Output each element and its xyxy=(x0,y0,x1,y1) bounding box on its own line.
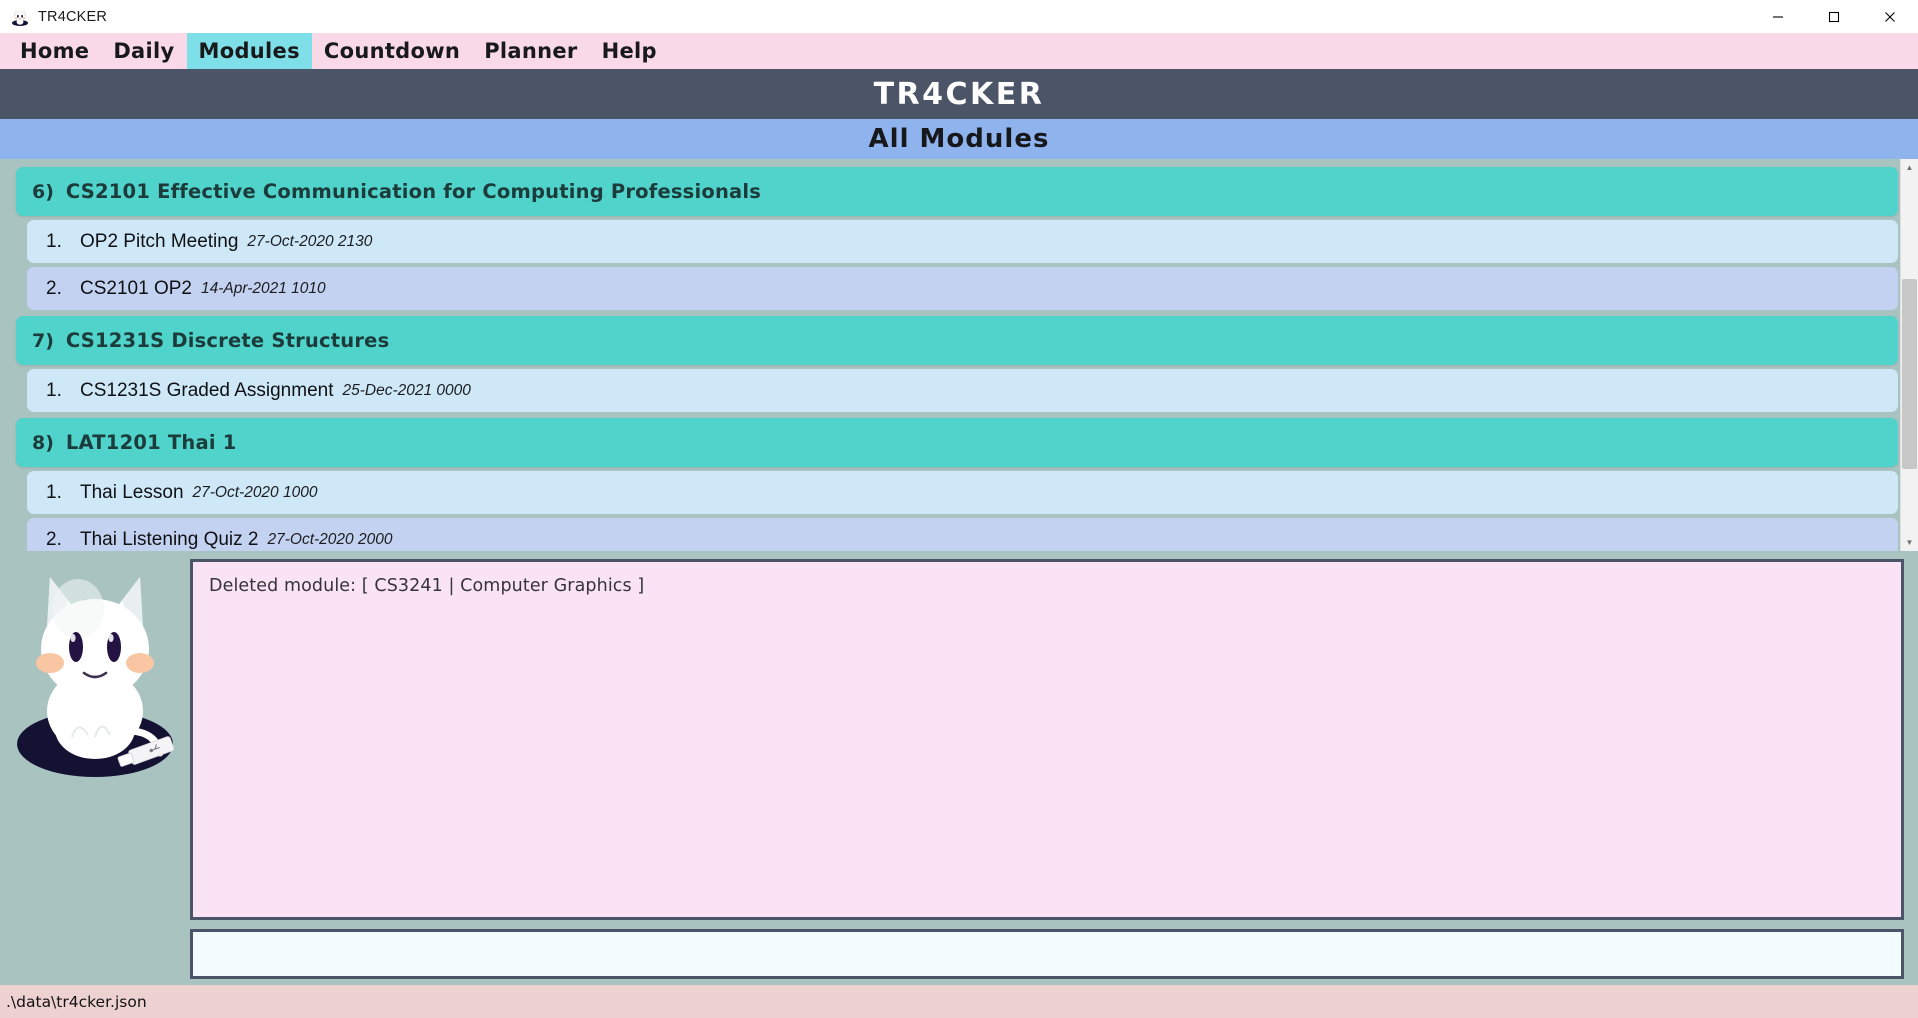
console-panel: Deleted module: [ CS3241 | Computer Grap… xyxy=(0,551,1918,985)
task-name: CS2101 OP2 xyxy=(80,277,192,299)
output-box: Deleted module: [ CS3241 | Computer Grap… xyxy=(190,559,1904,920)
task-row[interactable]: 2. Thai Listening Quiz 2 27-Oct-2020 2000 xyxy=(27,518,1898,551)
cat-app-icon xyxy=(10,7,30,27)
list-scrollbar[interactable]: ▲ ▼ xyxy=(1900,159,1918,551)
task-index: 1. xyxy=(46,230,62,252)
command-input[interactable] xyxy=(190,929,1904,979)
scroll-thumb[interactable] xyxy=(1902,279,1917,469)
module-index: 6) xyxy=(32,180,54,203)
white-cat-mascot xyxy=(10,559,180,979)
menu-item-home[interactable]: Home xyxy=(8,33,101,69)
task-index: 2. xyxy=(46,277,62,299)
menu-item-help[interactable]: Help xyxy=(590,33,669,69)
task-index: 1. xyxy=(46,481,62,503)
task-index: 2. xyxy=(46,528,62,550)
task-row[interactable]: 1. OP2 Pitch Meeting 27-Oct-2020 2130 xyxy=(27,220,1898,263)
maximize-icon[interactable] xyxy=(1806,0,1862,33)
minimize-icon[interactable] xyxy=(1750,0,1806,33)
module-index: 8) xyxy=(32,431,54,454)
task-row[interactable]: 2. CS2101 OP2 14-Apr-2021 1010 xyxy=(27,267,1898,310)
output-line: Deleted module: [ CS3241 | Computer Grap… xyxy=(209,576,645,596)
page-title: All Modules xyxy=(868,124,1050,154)
scroll-up-arrow[interactable]: ▲ xyxy=(1901,159,1918,176)
status-bar: .\data\tr4cker.json xyxy=(0,985,1918,1018)
task-name: Thai Listening Quiz 2 xyxy=(80,528,259,550)
task-index: 1. xyxy=(46,379,62,401)
task-date: 27-Oct-2020 2130 xyxy=(247,232,373,250)
module-title: CS1231S Discrete Structures xyxy=(65,329,390,352)
task-row[interactable]: 1. CS1231S Graded Assignment 25-Dec-2021 0… xyxy=(27,369,1898,412)
module-block: 8) LAT1201 Thai 1 1. Thai Lesson 27-Oct-2020… xyxy=(0,418,1898,551)
task-date: 27-Oct-2020 1000 xyxy=(192,483,318,501)
menu-item-modules[interactable]: Modules xyxy=(186,33,312,69)
module-header[interactable]: 6) CS2101 Effective Communication for Com… xyxy=(16,167,1898,216)
window-title: TR4CKER xyxy=(38,8,108,25)
title-bar: TR4CKER xyxy=(0,0,1918,33)
status-bar-text: .\data\tr4cker.json xyxy=(6,992,147,1011)
module-header[interactable]: 8) LAT1201 Thai 1 xyxy=(16,418,1898,467)
module-header[interactable]: 7) CS1231S Discrete Structures xyxy=(16,316,1898,365)
module-block: 6) CS2101 Effective Communication for Com… xyxy=(0,167,1898,310)
module-title: LAT1201 Thai 1 xyxy=(65,431,237,454)
task-date: 27-Oct-2020 2000 xyxy=(267,530,393,548)
menu-item-planner[interactable]: Planner xyxy=(472,33,589,69)
task-name: OP2 Pitch Meeting xyxy=(80,230,239,252)
module-title: CS2101 Effective Communication for Compu… xyxy=(65,180,762,203)
module-block: 7) CS1231S Discrete Structures 1. CS1231S G… xyxy=(0,316,1898,412)
task-date: 14-Apr-2021 1010 xyxy=(200,279,326,297)
app-title: TR4CKER xyxy=(873,76,1045,112)
menu-item-daily[interactable]: Daily xyxy=(101,33,186,69)
menu-item-countdown[interactable]: Countdown xyxy=(312,33,472,69)
task-name: Thai Lesson xyxy=(80,481,184,503)
task-name: CS1231S Graded Assignment xyxy=(80,379,334,401)
task-row[interactable]: 1. Thai Lesson 27-Oct-2020 1000 xyxy=(27,471,1898,514)
scroll-down-arrow[interactable]: ▼ xyxy=(1901,534,1918,551)
close-icon[interactable] xyxy=(1862,0,1918,33)
application-window: TR4CKER Home Daily Modules Countdown Pla… xyxy=(0,0,1918,1018)
task-date: 25-Dec-2021 0000 xyxy=(342,381,471,399)
module-index: 7) xyxy=(32,329,54,352)
module-list: 6) CS2101 Effective Communication for Com… xyxy=(0,167,1898,551)
app-header: TR4CKER xyxy=(0,69,1918,119)
menu-bar: Home Daily Modules Countdown Planner Hel… xyxy=(0,33,1918,69)
module-list-area: 6) CS2101 Effective Communication for Com… xyxy=(0,159,1918,551)
console-column: Deleted module: [ CS3241 | Computer Grap… xyxy=(190,559,1904,979)
page-header: All Modules xyxy=(0,119,1918,159)
